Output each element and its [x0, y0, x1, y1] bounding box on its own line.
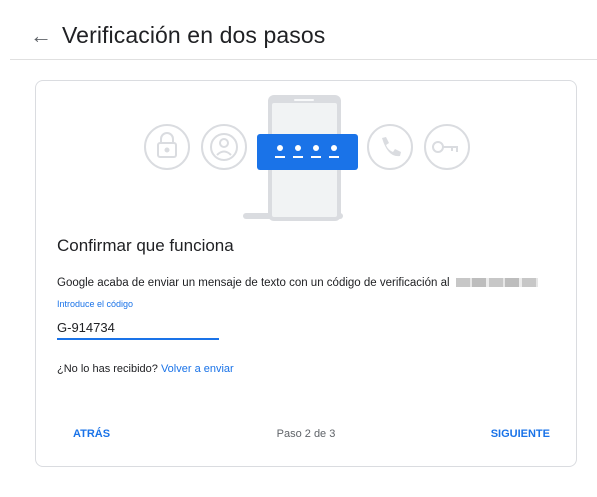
- call-icon: [367, 124, 413, 170]
- masked-phone-number: [455, 278, 538, 288]
- phone-sms-code-icon: [257, 134, 358, 170]
- key-icon: [424, 124, 470, 170]
- verification-card: Confirmar que funciona Google acaba de e…: [35, 80, 577, 467]
- resend-prompt: ¿No lo has recibido?: [57, 363, 158, 375]
- code-input-label: Introduce el código: [57, 299, 134, 309]
- description-text: Google acaba de enviar un mensaje de tex…: [57, 277, 538, 289]
- back-button[interactable]: ATRÁS: [73, 428, 110, 440]
- resend-line: ¿No lo has recibido? Volver a enviar: [57, 363, 234, 375]
- description-label: Google acaba de enviar un mensaje de tex…: [57, 277, 450, 289]
- back-arrow-icon[interactable]: ←: [30, 25, 52, 47]
- lock-icon: [144, 124, 190, 170]
- verification-illustration: [144, 95, 470, 221]
- header-divider: [10, 59, 597, 60]
- page-title: Verificación en dos pasos: [62, 22, 326, 48]
- code-input[interactable]: [57, 316, 219, 340]
- page-header: ← Verificación en dos pasos: [0, 0, 597, 60]
- next-button[interactable]: SIGUIENTE: [491, 428, 550, 440]
- account-icon: [201, 124, 247, 170]
- resend-link[interactable]: Volver a enviar: [161, 363, 234, 375]
- section-title: Confirmar que funciona: [57, 236, 234, 255]
